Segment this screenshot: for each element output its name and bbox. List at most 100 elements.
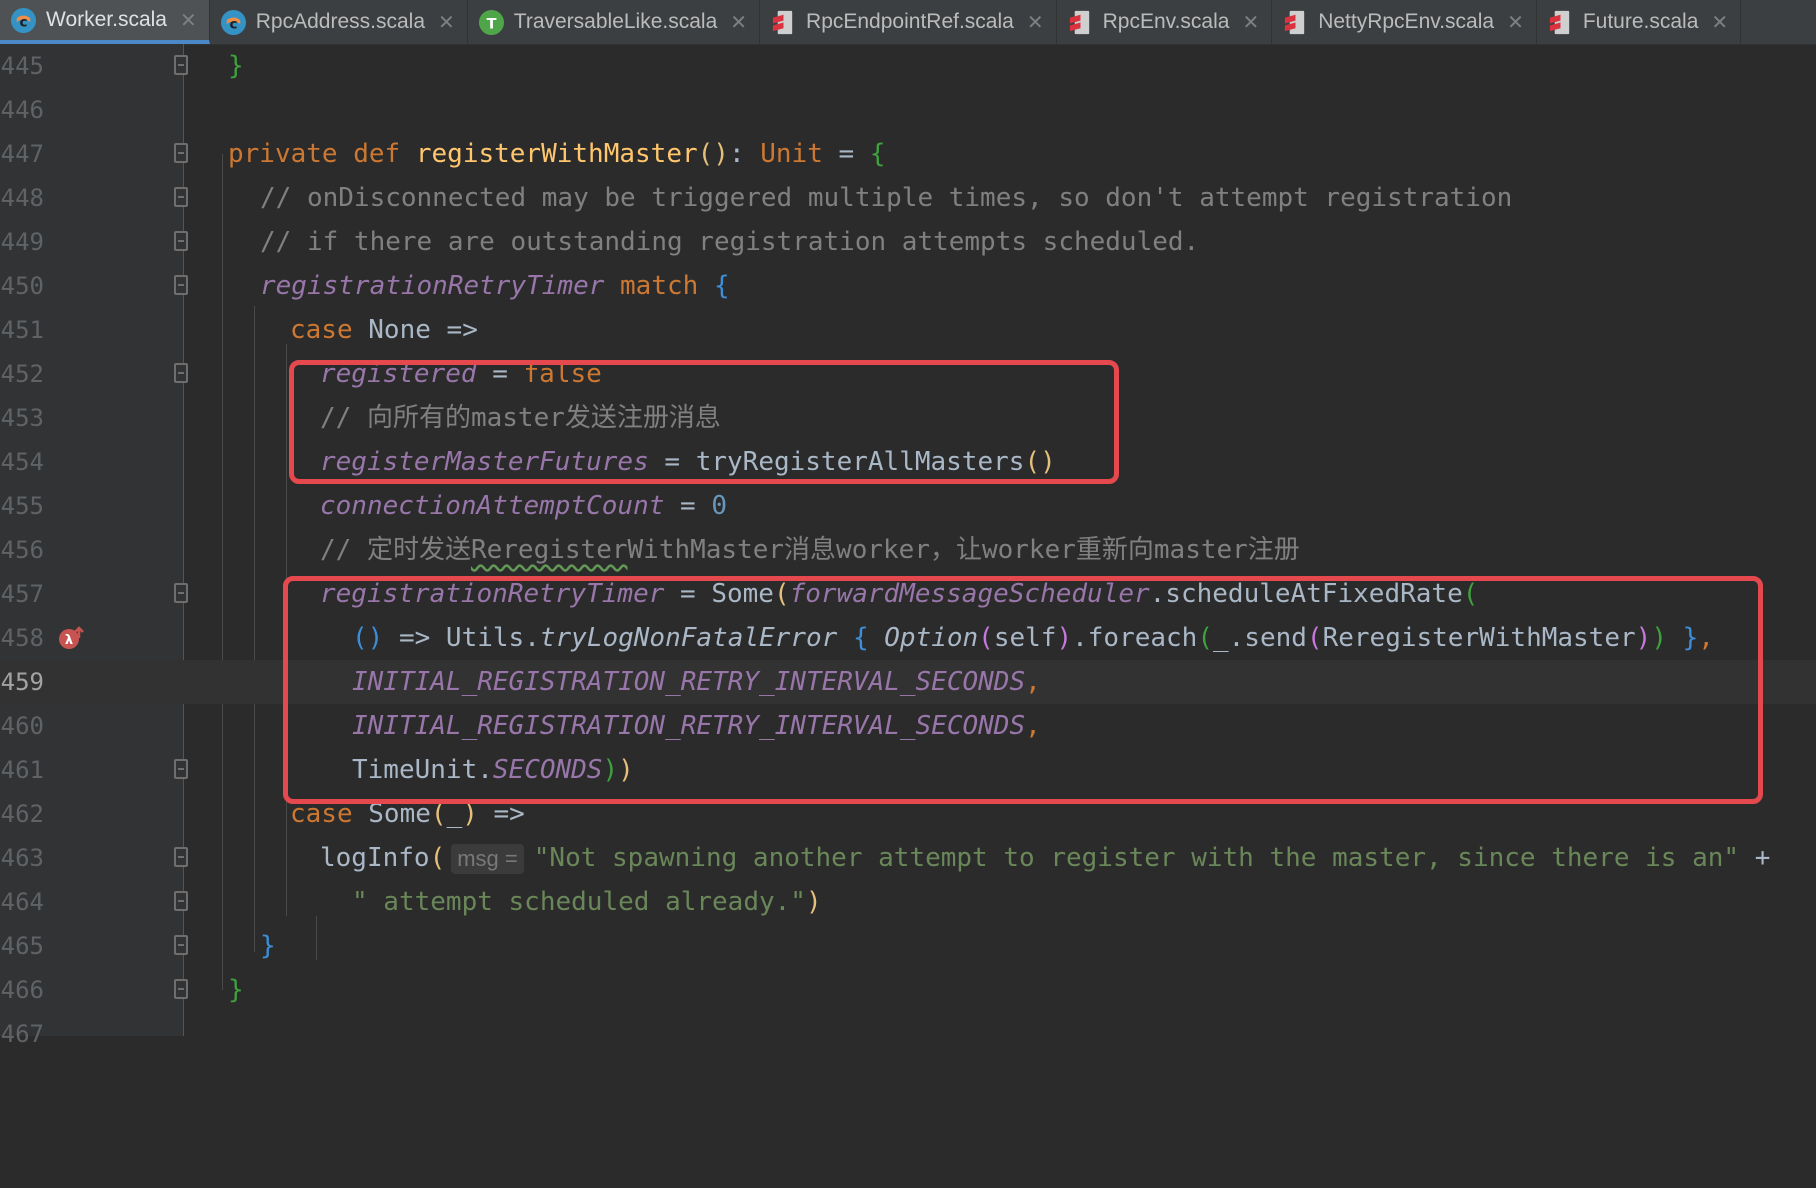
tab-label: Worker.scala: [46, 8, 167, 31]
lambda-breakpoint-icon[interactable]: λ: [58, 624, 86, 652]
code-text: connectionAttemptCount = 0: [320, 491, 727, 521]
spellcheck-warning: Reregister: [470, 535, 628, 565]
tab-label: RpcEndpointRef.scala: [806, 10, 1014, 33]
line-number: 461: [0, 756, 44, 784]
close-icon[interactable]: ✕: [730, 10, 747, 35]
fold-icon[interactable]: [174, 363, 188, 383]
code-text: }: [228, 975, 244, 1005]
line-number: 465: [0, 932, 44, 960]
tab-worker-scala[interactable]: c Worker.scala ✕: [0, 0, 210, 44]
tab-label: RpcAddress.scala: [255, 10, 426, 33]
code-text: }: [260, 931, 276, 961]
line-number: 457: [0, 580, 44, 608]
line-number: 449: [0, 228, 44, 256]
close-icon[interactable]: ✕: [1507, 10, 1524, 35]
close-icon[interactable]: ✕: [1711, 10, 1728, 35]
code-text: logInfo(msg = "Not spawning another attem…: [320, 843, 1771, 874]
line-number: 446: [0, 96, 44, 124]
close-icon[interactable]: ✕: [180, 8, 197, 33]
line-number: 467: [0, 1020, 44, 1048]
code-line[interactable]: 456 // 定时发送ReregisterWithMaster消息worker，…: [0, 528, 1816, 572]
line-number: 454: [0, 448, 44, 476]
tab-rpcendpointref-scala[interactable]: RpcEndpointRef.scala ✕: [760, 0, 1057, 44]
code-text: case None =>: [290, 315, 478, 345]
tab-traversablelike-scala[interactable]: T TraversableLike.scala ✕: [468, 0, 761, 44]
line-number: 450: [0, 272, 44, 300]
code-comment: // 定时发送ReregisterWithMaster消息worker，让wor…: [320, 535, 1300, 565]
line-number: 453: [0, 404, 44, 432]
code-line[interactable]: 465 }: [0, 924, 1816, 968]
code-line[interactable]: 463 logInfo(msg = "Not spawning another a…: [0, 836, 1816, 880]
scala-class-icon: c: [220, 9, 246, 35]
code-line[interactable]: 450 registrationRetryTimer match {: [0, 264, 1816, 308]
svg-text:λ: λ: [65, 633, 73, 648]
tab-label: TraversableLike.scala: [513, 10, 718, 33]
line-number: 445: [0, 52, 44, 80]
code-text: }: [228, 51, 244, 81]
tab-label: Future.scala: [1582, 10, 1699, 33]
fold-icon[interactable]: [174, 583, 188, 603]
line-number: 459: [0, 668, 44, 696]
tab-label: NettyRpcEnv.scala: [1318, 10, 1495, 33]
editor-tab-bar: c Worker.scala ✕ c RpcAddress.scala ✕ T …: [0, 0, 1816, 45]
line-number: 447: [0, 140, 44, 168]
fold-icon[interactable]: [174, 55, 188, 75]
code-line[interactable]: 451 case None =>: [0, 308, 1816, 352]
tab-label: RpcEnv.scala: [1102, 10, 1230, 33]
code-comment: // onDisconnected may be triggered multi…: [260, 183, 1513, 213]
fold-icon[interactable]: [174, 231, 188, 251]
code-text: private def registerWithMaster(): Unit =…: [228, 139, 886, 169]
line-number: 448: [0, 184, 44, 212]
code-line[interactable]: 445 }: [0, 44, 1816, 88]
svg-text:T: T: [486, 16, 496, 32]
fold-icon[interactable]: [174, 979, 188, 999]
fold-icon[interactable]: [174, 759, 188, 779]
fold-icon[interactable]: [174, 891, 188, 911]
line-number: 452: [0, 360, 44, 388]
line-number: 456: [0, 536, 44, 564]
code-line[interactable]: 447 private def registerWithMaster(): Un…: [0, 132, 1816, 176]
scala-trait-icon: T: [478, 9, 504, 35]
tab-future-scala[interactable]: Future.scala ✕: [1537, 0, 1742, 44]
code-line[interactable]: 467: [0, 1012, 1816, 1056]
line-number: 464: [0, 888, 44, 916]
code-line[interactable]: 446: [0, 88, 1816, 132]
code-line[interactable]: 448 // onDisconnected may be triggered m…: [0, 176, 1816, 220]
code-comment: // if there are outstanding registration…: [260, 227, 1200, 257]
code-text: " attempt scheduled already."): [352, 887, 822, 917]
scala-file-icon: [1285, 10, 1305, 34]
tab-nettyrpcenv-scala[interactable]: NettyRpcEnv.scala ✕: [1272, 0, 1537, 44]
fold-icon[interactable]: [174, 847, 188, 867]
scala-file-icon: [1069, 10, 1089, 34]
scala-file-icon: [1549, 10, 1570, 34]
code-line[interactable]: 464 " attempt scheduled already."): [0, 880, 1816, 924]
fold-icon[interactable]: [174, 187, 188, 207]
code-line[interactable]: 466 }: [0, 968, 1816, 1012]
close-icon[interactable]: ✕: [438, 10, 455, 35]
line-number: 451: [0, 316, 44, 344]
scala-file-icon: [772, 10, 793, 34]
line-number: 455: [0, 492, 44, 520]
close-icon[interactable]: ✕: [1027, 10, 1044, 35]
highlight-box-registration-reset: [289, 360, 1119, 484]
line-number: 466: [0, 976, 44, 1004]
line-number: 462: [0, 800, 44, 828]
scala-class-icon: c: [10, 7, 37, 33]
code-line[interactable]: 455 connectionAttemptCount = 0: [0, 484, 1816, 528]
svg-text:c: c: [229, 16, 237, 32]
svg-text:c: c: [19, 14, 27, 30]
code-editor[interactable]: 445 } 446 447 private def registerWithMa…: [0, 44, 1816, 1048]
tab-rpcenv-scala[interactable]: RpcEnv.scala ✕: [1057, 0, 1273, 44]
parameter-hint: msg =: [451, 843, 524, 874]
fold-icon[interactable]: [174, 935, 188, 955]
code-text: registrationRetryTimer match {: [260, 271, 730, 301]
highlight-box-retry-timer: [283, 576, 1763, 804]
fold-icon[interactable]: [174, 143, 188, 163]
code-line[interactable]: 449 // if there are outstanding registra…: [0, 220, 1816, 264]
line-number: 458: [0, 624, 44, 652]
close-icon[interactable]: ✕: [1242, 10, 1259, 35]
line-number: 463: [0, 844, 44, 872]
fold-icon[interactable]: [174, 275, 188, 295]
line-number: 460: [0, 712, 44, 740]
tab-rpcaddress-scala[interactable]: c RpcAddress.scala ✕: [210, 0, 468, 44]
